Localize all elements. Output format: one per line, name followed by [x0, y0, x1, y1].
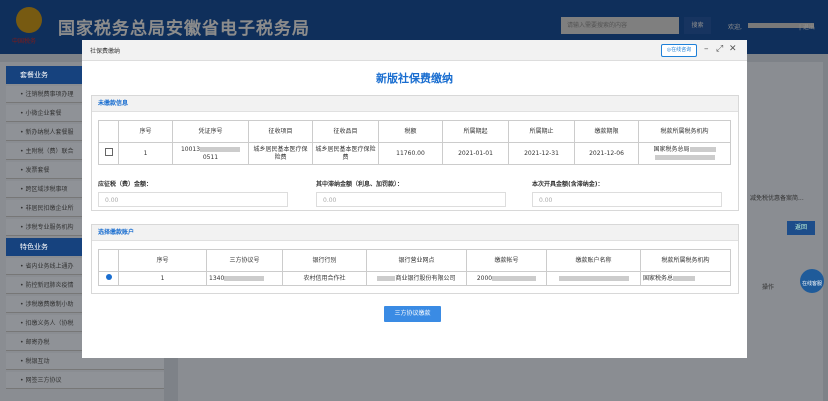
cell-tax-office: 国家税务总局	[638, 142, 731, 165]
account-table: 序号 三方协议号 银行行别 银行营业网点 缴款帐号 缴款账户名称 税款所属税务机…	[98, 249, 731, 286]
col-header: 征收项目	[248, 120, 313, 143]
cell-levy-subitem: 城乡居民基本医疗保险费	[312, 142, 379, 165]
table-row[interactable]: 1 1340 农村信用合作社 商业银行股份有限公司 2000 国家税务总	[98, 271, 731, 286]
cell-amount: 11760.00	[378, 142, 443, 165]
col-header: 征收品目	[312, 120, 379, 143]
cell-account-no: 2000	[466, 271, 547, 286]
cell-period-end: 2021-12-31	[508, 142, 575, 165]
redaction	[558, 275, 629, 281]
total-amount-field[interactable]: 0.00	[532, 192, 722, 207]
redaction	[492, 275, 537, 281]
cell-agreement-no: 1340	[206, 271, 283, 286]
col-header: 序号	[118, 249, 207, 272]
close-icon[interactable]: ✕	[729, 44, 737, 55]
redaction	[654, 154, 715, 160]
redaction	[224, 275, 265, 281]
col-header: 序号	[118, 120, 173, 143]
account-radio[interactable]	[105, 274, 112, 280]
online-service-float-button[interactable]: 在线客服	[800, 269, 824, 293]
col-header: 银行营业网点	[366, 249, 467, 272]
late-fee-label: 其中滞纳金额（利息、加罚款）：	[316, 181, 404, 188]
col-header: 税额	[378, 120, 443, 143]
cell-deadline: 2021-12-06	[574, 142, 639, 165]
redaction	[377, 275, 396, 281]
cell-period-start: 2021-01-01	[442, 142, 509, 165]
account-panel: 选择缴款账户 序号 三方协议号 银行行别 银行营业网点 缴款帐号 缴款账户名称 …	[91, 224, 739, 294]
page-title: 新版社保费缴纳	[376, 72, 453, 85]
col-header: 银行行别	[282, 249, 367, 272]
social-security-modal: 社保费缴纳 ◎在线咨询 – ⤢ ✕ 新版社保费缴纳 未缴款信息 序号 凭证序号 …	[82, 40, 747, 358]
col-header: 所属期起	[442, 120, 509, 143]
col-header: 缴款帐号	[466, 249, 547, 272]
return-button[interactable]: 返回	[787, 221, 815, 235]
col-header: 三方协议号	[206, 249, 283, 272]
modal-titlebar	[82, 40, 747, 61]
redaction	[673, 275, 696, 281]
modal-window-title: 社保费缴纳	[90, 48, 121, 55]
col-header: 税款所属税务机构	[638, 120, 731, 143]
unpaid-table: 序号 凭证序号 征收项目 征收品目 税额 所属期起 所属期止 缴款期限 税款所属…	[98, 120, 731, 165]
cell-bank-type: 农村信用合作社	[282, 271, 367, 286]
total-amount-label: 本次开具金额(含滞纳金)：	[532, 181, 604, 188]
due-amount-label: 应征税（费）金额：	[98, 181, 153, 188]
account-header: 选择缴款账户	[92, 225, 738, 241]
late-fee-field[interactable]: 0.00	[316, 192, 506, 207]
cell-tax-office: 国家税务总	[640, 271, 731, 286]
table-row[interactable]: 1 10013 0511 城乡居民基本医疗保险费 城乡居民基本医疗保险费 1176…	[98, 142, 731, 165]
col-header: 缴款账户名称	[546, 249, 641, 272]
tripartite-pay-button[interactable]: 三方协议缴款	[384, 306, 441, 322]
col-header: 凭证序号	[172, 120, 249, 143]
cell-index: 1	[118, 271, 207, 286]
online-consult-button[interactable]: ◎在线咨询	[661, 44, 697, 57]
cell-bank-branch: 商业银行股份有限公司	[366, 271, 467, 286]
maximize-icon[interactable]: ⤢	[716, 44, 723, 55]
cell-account-name	[546, 271, 641, 286]
cell-index: 1	[118, 142, 173, 165]
unpaid-table-header: 序号 凭证序号 征收项目 征收品目 税额 所属期起 所属期止 缴款期限 税款所属…	[98, 120, 731, 143]
sidebar-item[interactable]: • 网签三方协议	[6, 372, 164, 389]
unpaid-info-panel: 未缴款信息 序号 凭证序号 征收项目 征收品目 税额 所属期起 所属期止 缴款期…	[91, 95, 739, 211]
account-table-header: 序号 三方协议号 银行行别 银行营业网点 缴款帐号 缴款账户名称 税款所属税务机…	[98, 249, 731, 272]
due-amount-field[interactable]: 0.00	[98, 192, 288, 207]
col-header: 缴款期限	[574, 120, 639, 143]
col-header: 税款所属税务机构	[640, 249, 731, 272]
redaction	[200, 146, 241, 152]
cell-levy-item: 城乡居民基本医疗保险费	[248, 142, 313, 165]
cell-voucher: 10013 0511	[172, 142, 249, 165]
row-checkbox[interactable]	[104, 148, 113, 156]
col-header: 所属期止	[508, 120, 575, 143]
unpaid-info-header: 未缴款信息	[92, 96, 738, 112]
minimize-icon[interactable]: –	[704, 44, 709, 55]
bg-text-operate: 操作	[762, 284, 775, 291]
bg-text-preferential: 减免税优惠备案简...	[750, 195, 804, 202]
redaction	[689, 146, 716, 152]
